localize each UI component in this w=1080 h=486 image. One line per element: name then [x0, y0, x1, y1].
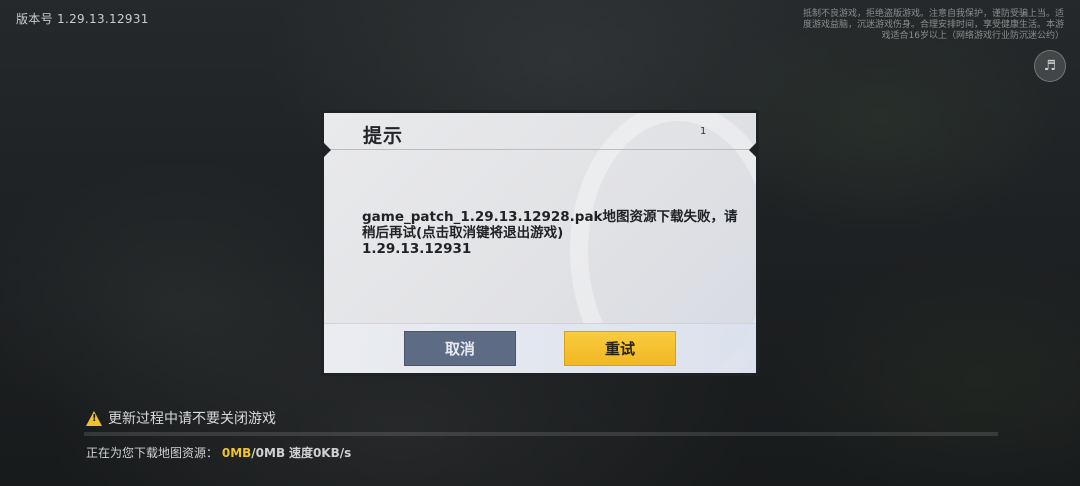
speaker-icon: ♬ [1043, 58, 1057, 74]
dialog-footer: 取消 重试 [324, 323, 756, 373]
message-line-3: 1.29.13.12931 [362, 241, 472, 257]
download-status: 正在为您下载地图资源： 0MB/0MB 速度0KB/s [86, 444, 351, 461]
retry-button[interactable]: 重试 [564, 331, 676, 366]
downloaded-size: 0MB [221, 446, 252, 460]
left-notch-ornament [324, 143, 331, 157]
message-line-2: 稍后再试(点击取消键将退出游戏) [362, 225, 564, 241]
right-notch-ornament [749, 143, 756, 157]
dialog-title: 提示 [363, 125, 404, 147]
dialog-header: 提示 1 [324, 113, 756, 150]
update-warning: 更新过程中请不要关闭游戏 [86, 408, 276, 428]
download-speed: 速度0KB/s [288, 446, 352, 460]
speaker-button[interactable]: ♬ [1034, 50, 1066, 82]
cancel-button[interactable]: 取消 [404, 331, 516, 366]
health-notice: 抵制不良游戏，拒绝盗版游戏。注意自我保护，谨防受骗上当。适度游戏益脑，沉迷游戏伤… [802, 9, 1064, 41]
total-size: /0MB [251, 446, 286, 460]
download-prefix: 正在为您下载地图资源： [86, 446, 219, 460]
version-label: 版本号 1.29.13.12931 [16, 12, 149, 26]
dialog-message: game_patch_1.29.13.12928.pak地图资源下载失败，请 稍… [362, 209, 738, 257]
download-progress-bar [84, 432, 998, 436]
dialog-panel: 提示 1 game_patch_1.29.13.12928.pak地图资源下载失… [324, 113, 756, 373]
prompt-dialog: 提示 1 game_patch_1.29.13.12928.pak地图资源下载失… [321, 110, 759, 376]
warning-text: 更新过程中请不要关闭游戏 [108, 411, 276, 427]
dialog-counter: 1 [700, 126, 707, 137]
message-line-1: game_patch_1.29.13.12928.pak地图资源下载失败，请 [362, 209, 738, 225]
warning-icon [86, 410, 102, 426]
